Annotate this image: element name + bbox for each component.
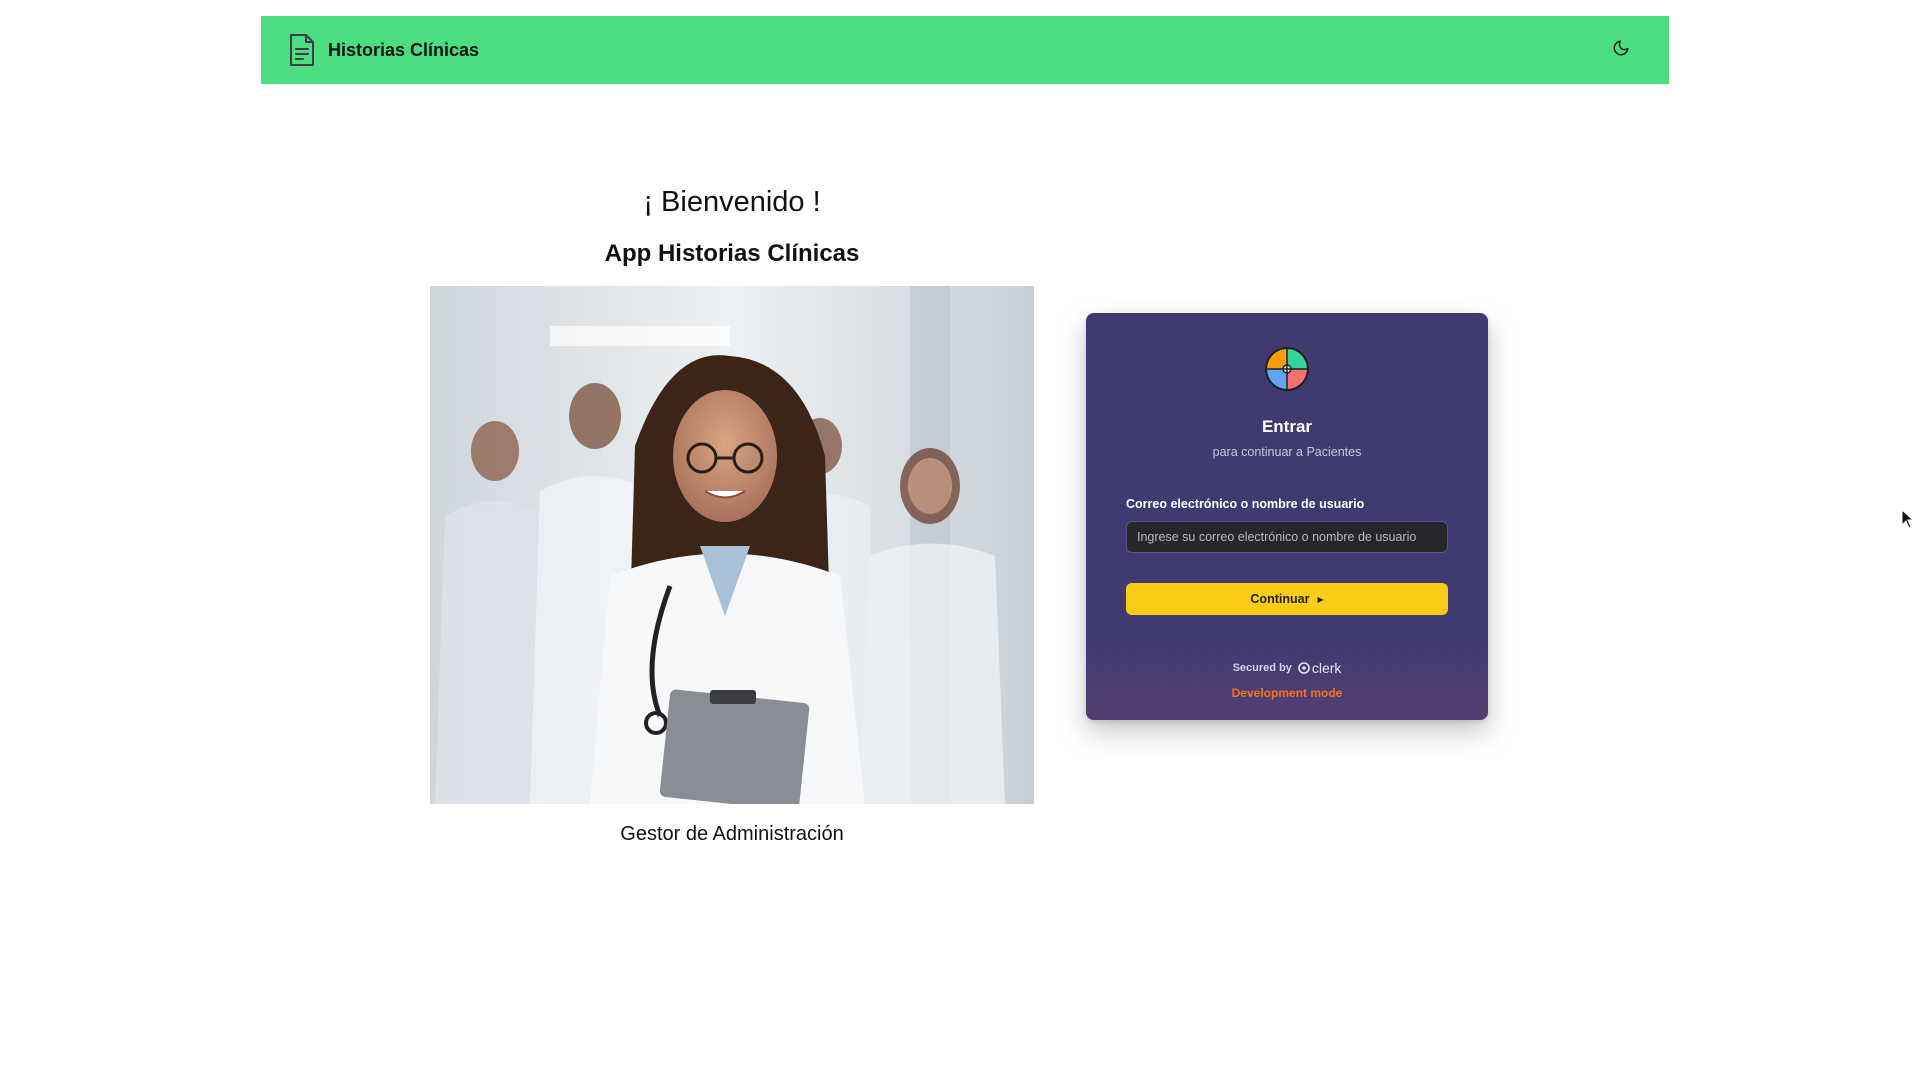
identifier-label: Correo electrónico o nombre de usuario	[1126, 497, 1365, 511]
photo-caption: Gestor de Administración	[620, 823, 844, 845]
secured-by: Secured by clerk	[1086, 660, 1488, 676]
app-logo-icon	[1264, 346, 1310, 392]
card-footer-overlay	[1086, 646, 1488, 720]
app-subtitle: App Historias Clínicas	[604, 240, 860, 267]
welcome-section: ¡ Bienvenido ! App Historias Clínicas Ge…	[430, 180, 1034, 845]
sign-in-card: Entrar para continuar a Pacientes Correo…	[1086, 313, 1488, 720]
app-title: Historias Clínicas	[328, 39, 480, 60]
continue-button[interactable]: Continuar ▶	[1126, 583, 1448, 615]
clerk-wordmark: clerk	[1311, 660, 1342, 676]
clerk-logo-icon	[1298, 662, 1310, 674]
moon-icon	[1612, 39, 1630, 62]
mouse-cursor-icon	[1901, 508, 1915, 529]
document-icon	[287, 32, 317, 68]
top-navbar: Historias Clínicas	[261, 16, 1669, 84]
brand[interactable]: Historias Clínicas	[287, 32, 479, 68]
medical-team-photo	[430, 286, 1034, 804]
welcome-heading: ¡ Bienvenido !	[643, 186, 821, 218]
continue-button-label: Continuar	[1250, 592, 1310, 606]
theme-toggle-button[interactable]	[1609, 38, 1633, 62]
clerk-link[interactable]: clerk	[1298, 660, 1342, 676]
development-mode-badge: Development mode	[1231, 686, 1343, 700]
secured-by-label: Secured by	[1232, 662, 1292, 674]
card-footer: Secured by clerk Development mode	[1086, 646, 1488, 720]
play-arrow-icon: ▶	[1317, 594, 1324, 604]
sign-in-subtitle: para continuar a Pacientes	[1212, 445, 1362, 459]
identifier-input[interactable]	[1126, 521, 1448, 553]
sign-in-title: Entrar	[1261, 417, 1313, 436]
